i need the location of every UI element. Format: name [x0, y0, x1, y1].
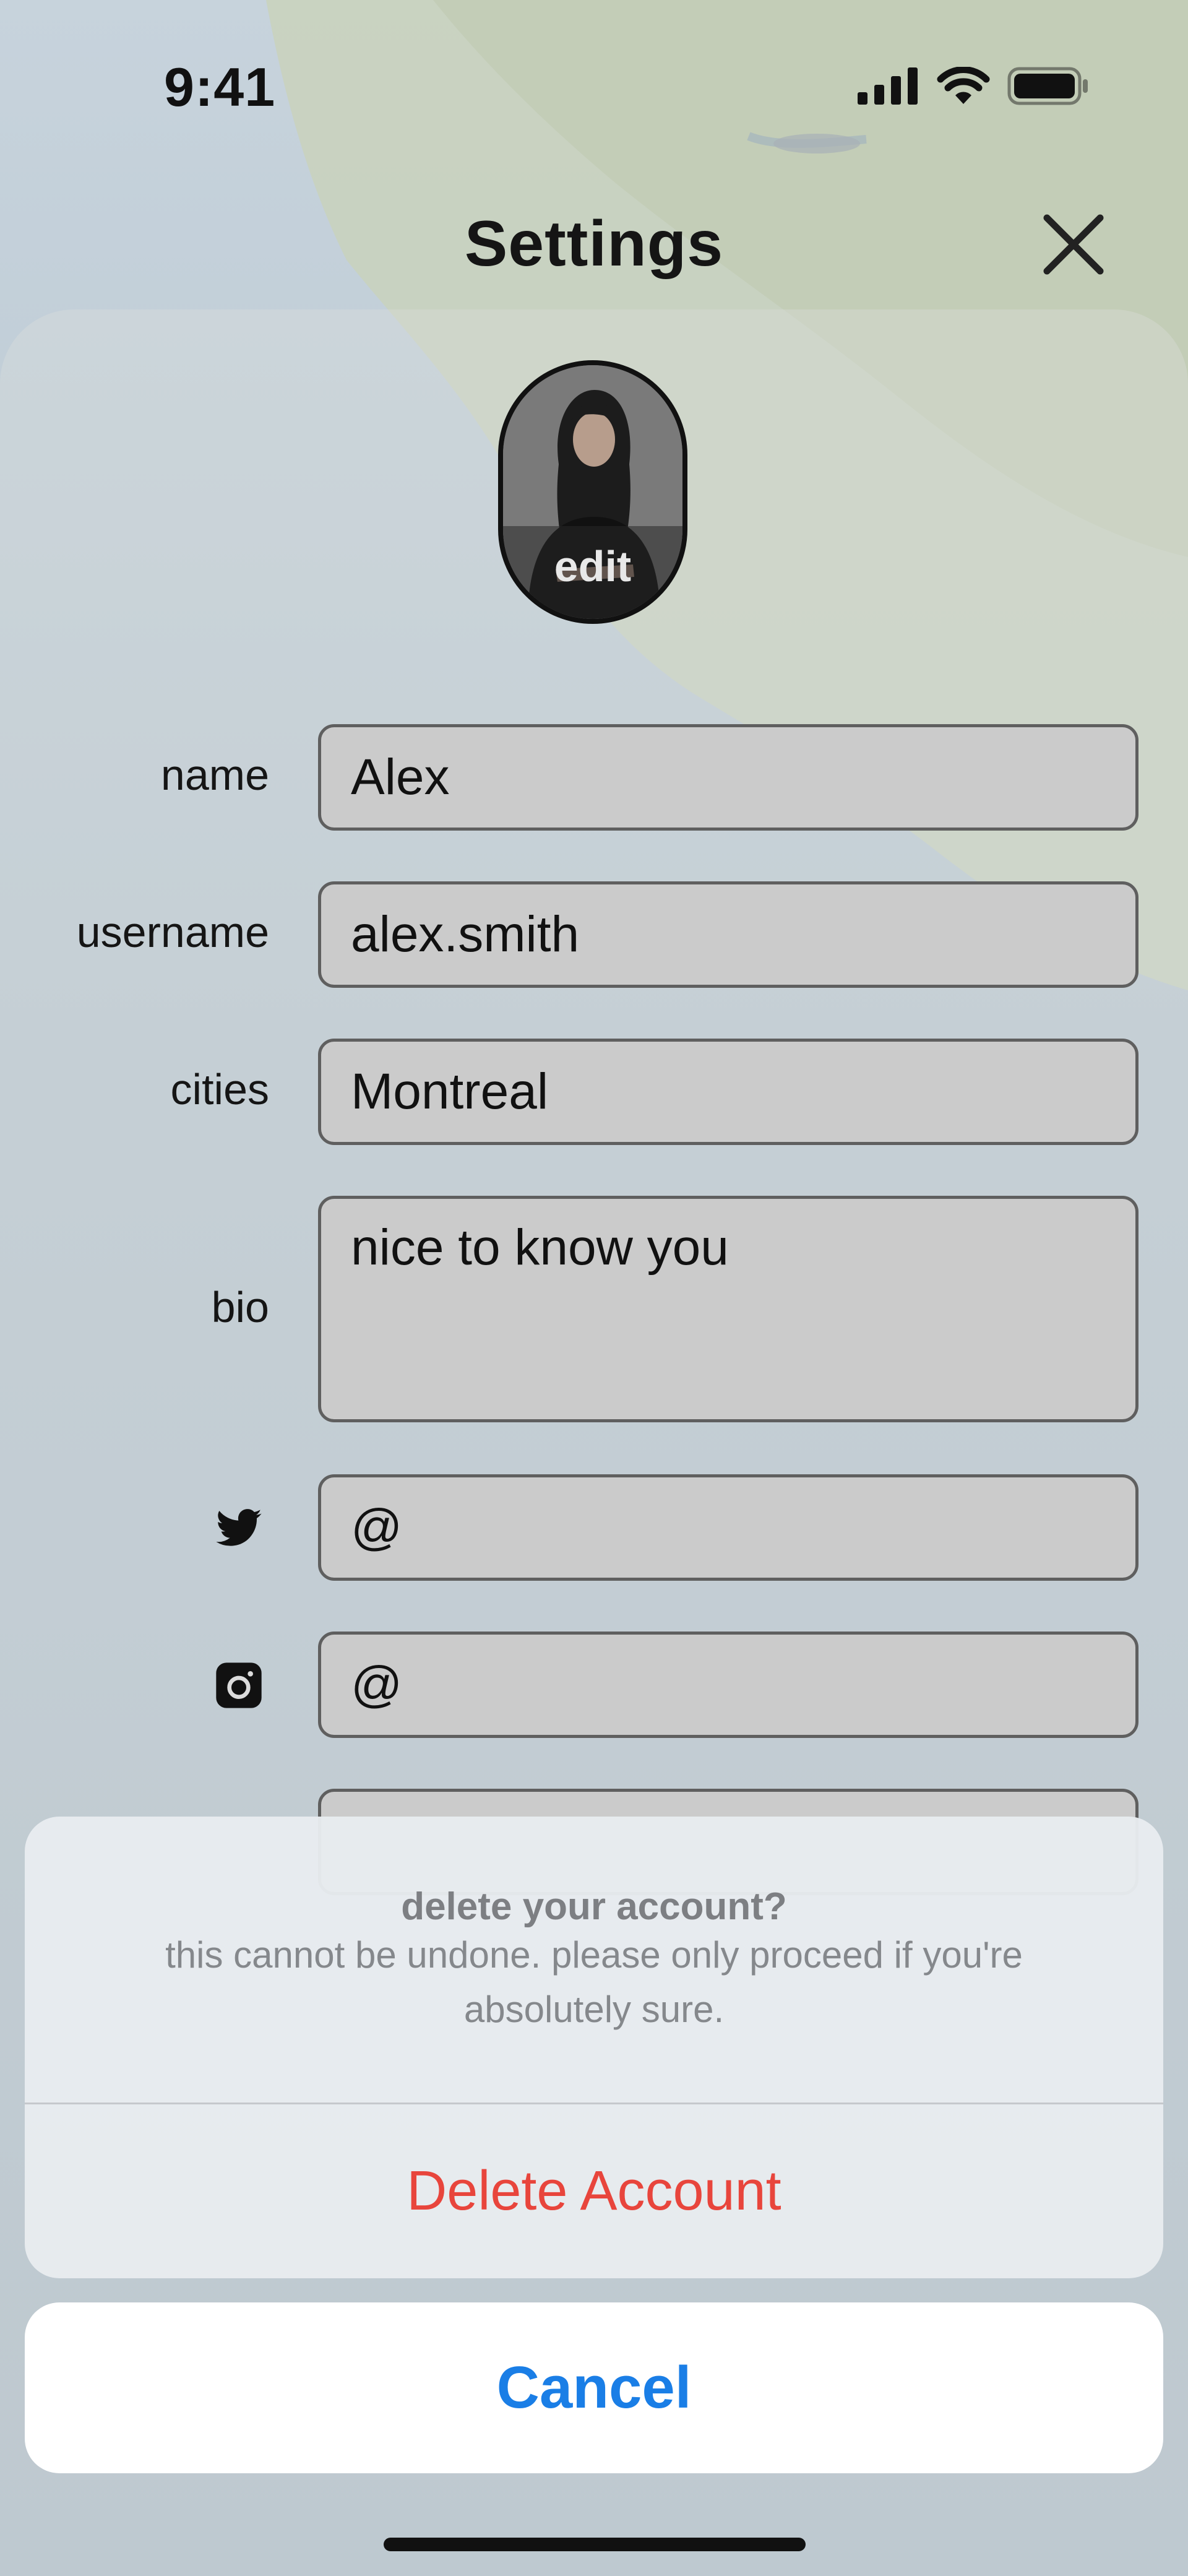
cities-field[interactable]: Montreal	[318, 1039, 1138, 1145]
close-icon	[1043, 214, 1104, 275]
delete-account-button[interactable]: Delete Account	[25, 2104, 1163, 2278]
home-indicator[interactable]	[384, 2538, 806, 2551]
battery-icon	[1007, 67, 1088, 105]
page-title: Settings	[464, 208, 724, 280]
cellular-signal-icon	[858, 67, 918, 105]
name-label: name	[160, 751, 269, 799]
status-icons	[858, 67, 1089, 105]
settings-screen: 9:41 Settings edit name Alex username al…	[0, 0, 1188, 2576]
cities-label: cities	[170, 1065, 269, 1113]
action-sheet-message: this cannot be undone. please only proce…	[165, 1934, 1023, 2030]
twitter-field[interactable]: @	[318, 1474, 1138, 1581]
instagram-field[interactable]: @	[318, 1632, 1138, 1738]
status-time: 9:41	[164, 56, 276, 118]
cancel-button[interactable]: Cancel	[25, 2302, 1163, 2473]
username-label: username	[76, 908, 269, 956]
wifi-icon	[937, 67, 990, 104]
avatar-edit-label[interactable]: edit	[503, 526, 682, 619]
action-sheet-title: delete your account?	[401, 1885, 787, 1928]
close-button[interactable]	[1040, 210, 1108, 279]
instagram-icon	[216, 1662, 262, 1708]
username-field[interactable]: alex.smith	[318, 881, 1138, 988]
bio-label: bio	[211, 1283, 269, 1331]
name-field[interactable]: Alex	[318, 724, 1138, 831]
bio-field[interactable]: nice to know you	[318, 1196, 1138, 1422]
avatar[interactable]: edit	[498, 360, 687, 624]
delete-account-action-sheet: delete your account? this cannot be undo…	[25, 1817, 1163, 2278]
twitter-icon	[216, 1509, 262, 1546]
